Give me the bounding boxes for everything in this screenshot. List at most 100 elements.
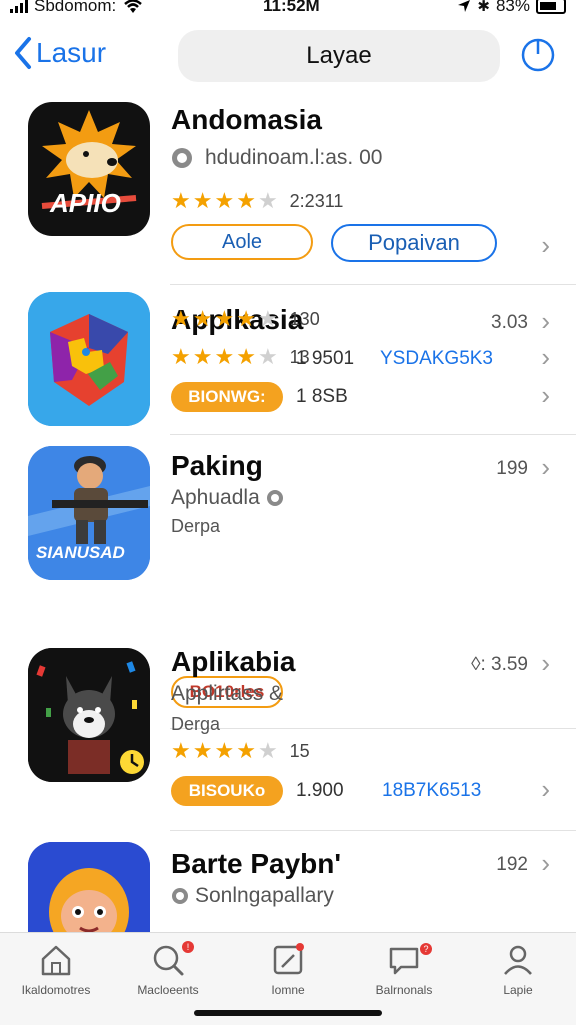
search-icon [153, 945, 184, 976]
app-icon-lion: APIIO [28, 102, 150, 236]
app-icon-avatar [28, 842, 150, 938]
app-meta: 1 8SB [296, 386, 348, 407]
star-icon: ★ [214, 306, 235, 331]
chevron-right-icon[interactable]: › [541, 306, 550, 337]
app-price: ◊: 3.59 [471, 654, 528, 675]
verified-icon [172, 888, 188, 904]
star-icon: ★ [236, 306, 256, 331]
app-subtitle: Applirtass & [171, 682, 284, 705]
bionwg-badge[interactable]: BIONWG: [171, 382, 283, 412]
tab-home[interactable]: Ikaldomotres [6, 943, 106, 997]
nav-bar: Lasur Layae [0, 26, 576, 86]
bluetooth-icon: ✱ [477, 0, 490, 15]
rating: ★ ★ ★ ★ ★ 13 [171, 344, 310, 370]
svg-text:APIIO: APIIO [49, 188, 121, 218]
tab-label: Balrnonals [375, 983, 433, 997]
rating-count: 2:2311 [289, 190, 344, 211]
signal-icon [10, 0, 28, 13]
tab-label: Ikaldomotres [21, 983, 91, 997]
star-icon: ★ [171, 344, 191, 369]
app-icon-shield [28, 292, 150, 426]
battery-icon [536, 0, 566, 14]
app-meta: 1 9501 [296, 348, 355, 369]
app-subtitle-2: Derpa [171, 516, 221, 536]
app-subtitle-row: hdudinoam.l:as. 00 [171, 146, 382, 170]
location-icon [458, 0, 471, 12]
chevron-right-icon[interactable]: › [541, 774, 550, 805]
status-right: ✱ 83% [457, 0, 566, 16]
app-subtitle: Aphuadla [171, 486, 260, 509]
battery-label: 83% [495, 0, 530, 15]
tab-label: Macloeents [137, 983, 199, 997]
chevron-left-icon [15, 37, 31, 69]
app-title: Paking [171, 450, 263, 481]
carrier-label: Sbdomom: [34, 0, 117, 15]
wifi-icon [124, 0, 143, 13]
app-title: Barte Paybn' [171, 848, 342, 879]
star-icon: ★ [257, 306, 278, 331]
star-icon: ★ [214, 188, 235, 213]
app-title: Andomasia [171, 104, 322, 135]
search-pill[interactable]: Layae [178, 30, 500, 82]
status-bar: Sbdomom: 11:52M ✱ 83% [0, 0, 576, 20]
list-item[interactable]: Barte Paybn' 192 › Sonlngapallary [0, 830, 576, 940]
app-icon-dog [28, 648, 150, 782]
app-title: Aplikabia [171, 646, 296, 677]
back-button[interactable]: Lasur [14, 36, 106, 70]
star-icon: ★ [192, 306, 213, 331]
rating-row3: ★ ★ ★ ★ ★ 130 [171, 306, 320, 332]
popaivan-button[interactable]: Popaivan [331, 224, 497, 262]
chevron-right-icon[interactable]: › [541, 848, 550, 879]
list-item[interactable]: SIANUSAD Paking 199 › Aphuadla Derpa BO1… [0, 434, 576, 729]
svg-text:SIANUSAD: SIANUSAD [36, 543, 125, 562]
aole-button[interactable]: Aole [171, 224, 313, 260]
tab-document[interactable]: Iomne [238, 943, 338, 997]
power-icon[interactable] [520, 36, 556, 72]
tab-search[interactable]: ! Macloeents [118, 941, 218, 997]
app-icon-soldier: SIANUSAD [28, 446, 150, 580]
chevron-right-icon[interactable]: › [541, 452, 550, 483]
star-icon: ★ [192, 188, 213, 213]
chevron-right-icon[interactable]: › [541, 648, 550, 679]
app-code: 18B7K6513 [382, 780, 482, 801]
tab-label: Lapie [503, 983, 533, 997]
star-icon: ★ [236, 344, 256, 369]
star-icon: ★ [192, 344, 213, 369]
star-icon: ★ [192, 738, 213, 763]
app-meta: 1.900 [296, 780, 344, 801]
person-icon [504, 945, 532, 975]
list-item[interactable]: Aplikabia ◊: 3.59 › Applirtass & Derga ★… [0, 630, 576, 831]
rating: ★ ★ ★ ★ ★ 15 [171, 738, 310, 764]
tab-profile[interactable]: Lapie [468, 943, 568, 997]
app-subtitle: Sonlngapallary [195, 884, 334, 907]
tab-chat[interactable]: ? Balrnonals [354, 943, 454, 997]
home-indicator [194, 1010, 382, 1016]
carrier: Sbdomom: [10, 0, 144, 16]
app-subtitle-row: Aphuadla [171, 486, 284, 510]
notification-badge: ? [420, 943, 432, 955]
rating: ★ ★ ★ ★ ★ 2:2311 [171, 188, 343, 214]
verified-icon [172, 148, 192, 168]
app-price: 3.03 [491, 312, 528, 333]
star-icon: ★ [214, 344, 235, 369]
star-icon: ★ [171, 306, 191, 331]
star-icon: ★ [171, 188, 191, 213]
chevron-right-icon[interactable]: › [541, 230, 550, 261]
app-subtitle-row: Sonlngapallary [171, 884, 334, 908]
star-icon: ★ [257, 738, 278, 763]
tab-label: Iomne [271, 983, 305, 997]
star-icon: ★ [171, 738, 191, 763]
app-subtitle: hdudinoam.l:as. 00 [205, 146, 383, 169]
home-icon [41, 945, 71, 976]
bisouko-badge[interactable]: BISOUKo [171, 776, 283, 806]
list-item[interactable]: APIIO Andomasia hdudinoam.l:as. 00 ★ ★ ★ ★ ★… [0, 100, 576, 286]
chevron-right-icon[interactable]: › [541, 342, 550, 373]
star-icon: ★ [214, 738, 235, 763]
rating-count: 130 [289, 308, 320, 329]
star-icon: ★ [236, 188, 256, 213]
star-icon: ★ [257, 188, 278, 213]
chevron-right-icon[interactable]: › [541, 380, 550, 411]
back-label: Lasur [36, 37, 107, 68]
nav-title: Layae [306, 42, 372, 69]
app-price: 192 [496, 854, 528, 875]
